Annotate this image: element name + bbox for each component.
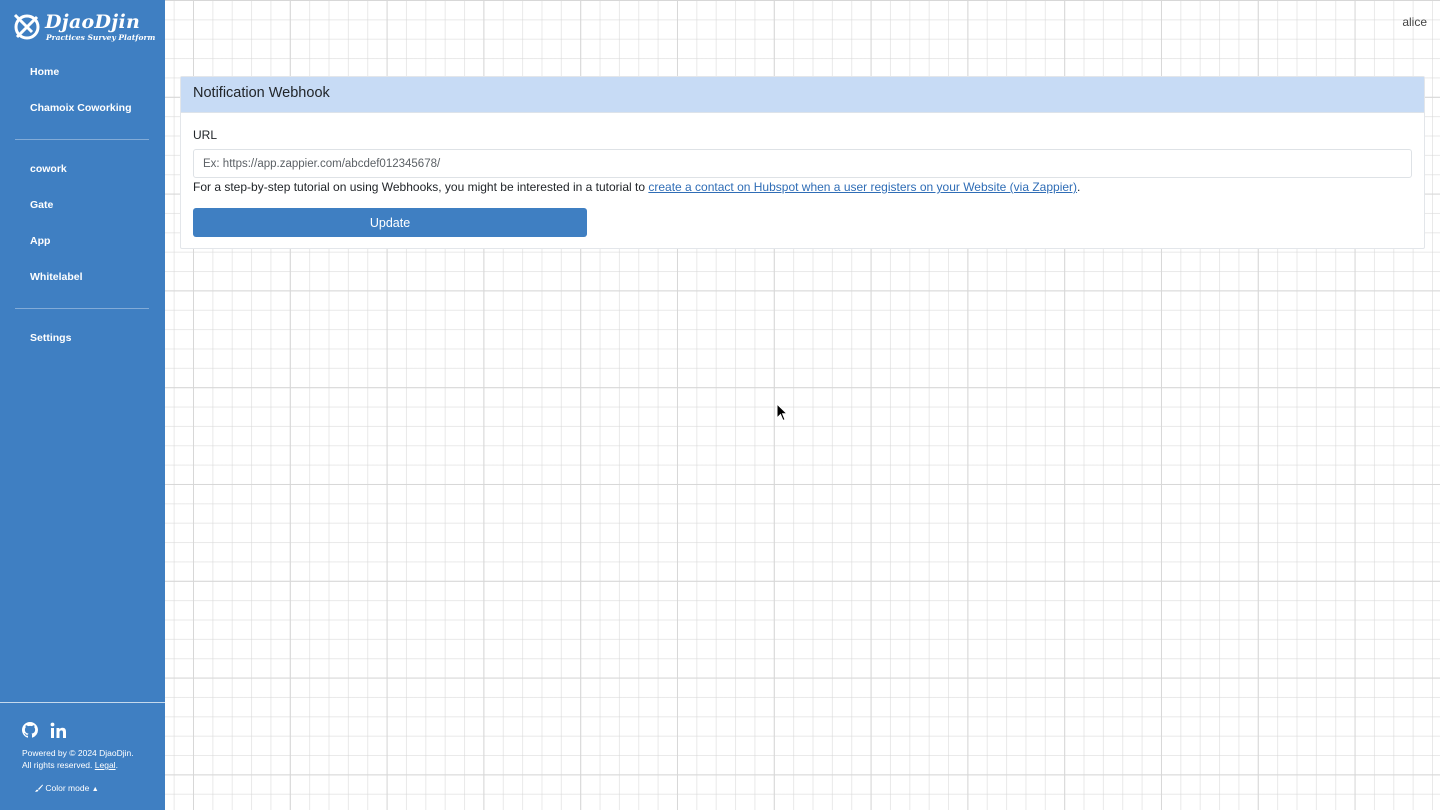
help-suffix: .: [1077, 180, 1081, 194]
sidebar: DjaoDjin Practices Survey Platform Home …: [0, 0, 165, 810]
color-mode-label: Color mode: [45, 783, 90, 793]
brush-icon: [35, 784, 43, 792]
user-menu[interactable]: alice: [1402, 15, 1427, 29]
legal-link[interactable]: Legal: [95, 760, 116, 770]
sidebar-item-chamoix-coworking[interactable]: Chamoix Coworking: [30, 102, 132, 114]
brand-tagline: Practices Survey Platform: [46, 33, 156, 42]
url-label: URL: [193, 128, 218, 142]
footer-divider: [0, 702, 165, 703]
copyright-text: Powered by © 2024 DjaoDjin.: [22, 748, 134, 758]
url-input[interactable]: [193, 149, 1412, 178]
help-prefix: For a step-by-step tutorial on using Web…: [193, 180, 649, 194]
sidebar-item-home[interactable]: Home: [30, 66, 59, 78]
sidebar-item-settings[interactable]: Settings: [30, 332, 71, 344]
mouse-cursor-icon: [776, 403, 788, 422]
tutorial-link[interactable]: create a contact on Hubspot when a user …: [648, 180, 1077, 194]
sidebar-divider: [15, 308, 149, 309]
sidebar-divider: [15, 139, 149, 140]
webhook-card: Notification Webhook URL For a step-by-s…: [180, 76, 1425, 249]
sidebar-item-app[interactable]: App: [30, 235, 50, 247]
sidebar-item-gate[interactable]: Gate: [30, 199, 53, 211]
update-button[interactable]: Update: [193, 208, 587, 237]
sidebar-item-whitelabel[interactable]: Whitelabel: [30, 271, 83, 283]
brand-logo[interactable]: DjaoDjin Practices Survey Platform: [12, 10, 158, 44]
color-mode-toggle[interactable]: Color mode ▲: [35, 783, 99, 793]
linkedin-icon[interactable]: [50, 722, 67, 743]
caret-up-icon: ▲: [91, 786, 99, 793]
github-icon[interactable]: [22, 722, 38, 743]
help-text: For a step-by-step tutorial on using Web…: [193, 180, 1080, 194]
rights-line: All rights reserved. Legal.: [22, 760, 118, 770]
card-title: Notification Webhook: [181, 77, 1424, 113]
brand-name: DjaoDjin: [45, 11, 141, 33]
rights-text: All rights reserved.: [22, 760, 93, 770]
sidebar-item-cowork[interactable]: cowork: [30, 163, 67, 175]
logo-icon: [13, 13, 40, 40]
